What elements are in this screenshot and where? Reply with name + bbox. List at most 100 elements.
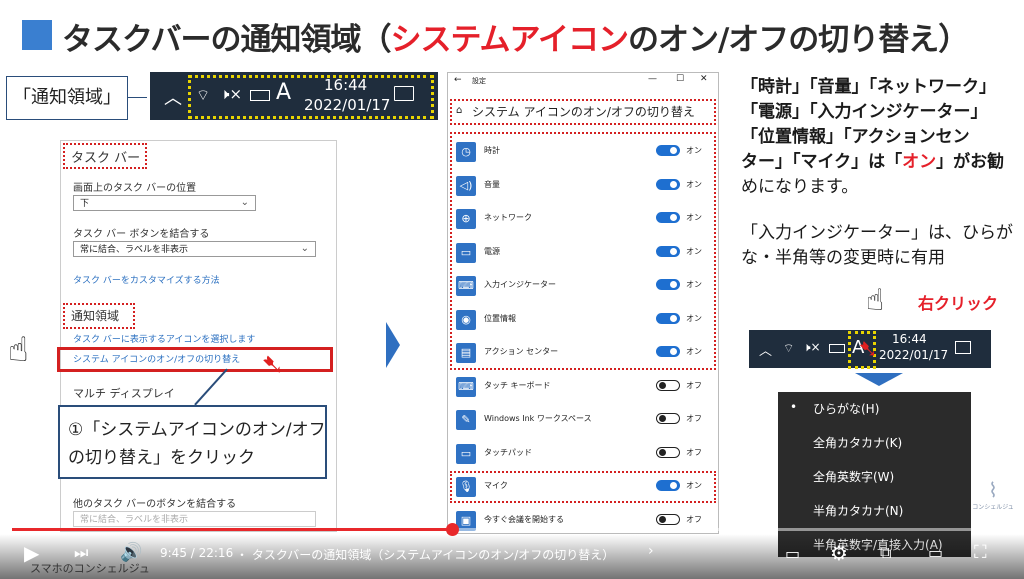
toggle-switch[interactable] [656, 346, 680, 357]
theater-mode-icon[interactable]: ▭ [928, 543, 943, 562]
close-icon[interactable]: ✕ [700, 74, 708, 84]
toggle-knob [659, 448, 666, 456]
minimize-icon[interactable]: — [648, 74, 657, 84]
toggle-knob [659, 515, 666, 523]
maximize-icon[interactable]: ☐ [676, 74, 684, 84]
ime-menu-item[interactable]: ひらがな(H) [813, 400, 879, 417]
setting-icon: ▭ [456, 242, 476, 263]
clock-date[interactable]: 2022/01/17 [304, 96, 390, 114]
toggle-switch[interactable] [656, 312, 680, 324]
ime-menu-item[interactable]: 全角カタカナ(K) [813, 434, 902, 451]
click-cursor-icon: ➷ [858, 335, 879, 363]
setting-label: 電源 [484, 246, 500, 256]
combine-label: タスク バー ボタンを結合する [73, 229, 210, 240]
system-icons-link[interactable]: システム アイコンのオン/オフの切り替え [73, 352, 240, 365]
settings-gear-icon[interactable]: ⚙ [830, 541, 848, 565]
toggle-state: オン [686, 179, 702, 189]
toggle-switch[interactable] [656, 480, 680, 491]
volume-mute-icon[interactable]: 🕨× [220, 85, 242, 103]
setting-row: ⊕ ネットワーク オン [448, 202, 718, 235]
setting-label: 音量 [484, 179, 500, 189]
toggle-knob [670, 348, 677, 355]
toggle-switch[interactable] [656, 279, 680, 290]
wifi-icon[interactable]: ⌔ [783, 341, 794, 356]
hand-pointer-icon: ☝ [866, 283, 885, 318]
setting-row: ▤ アクション センター オン [448, 336, 718, 369]
subtitles-icon[interactable]: ▭ [785, 544, 800, 563]
setting-label: 入力インジケーター [484, 280, 556, 289]
hand-pointer-icon: ☝ [8, 330, 29, 370]
taskbar-heading: タスク バー [71, 151, 141, 166]
channel-name: スマホのコンシェルジュ [30, 562, 150, 575]
setting-row: ✎ Windows Ink ワークスペース オフ [448, 403, 718, 436]
setting-icon: ◉ [456, 309, 476, 330]
top-taskbar: ︿ ⌔ 🕨× A 16:44 2022/01/17 [150, 72, 438, 120]
combine-select[interactable]: 常に結合、ラベルを非表示 ⌄ [73, 241, 316, 257]
wifi-icon[interactable]: ⌔ [196, 86, 210, 105]
setting-icon: ◁) [456, 175, 476, 196]
ime-note-line-1: 「入力インジケーター」は、ひらが [741, 223, 1013, 243]
ime-indicator[interactable]: A [276, 80, 291, 105]
toggle-switch[interactable] [656, 446, 680, 458]
setting-label: タッチ キーボード [484, 380, 551, 390]
setting-label: タッチパッド [484, 447, 532, 457]
toggle-switch[interactable] [656, 245, 680, 257]
toggle-state: オフ [686, 514, 702, 524]
battery-icon[interactable] [250, 90, 270, 101]
time-display: 9:45 / 22:16 [160, 546, 234, 560]
miniplayer-icon[interactable]: ⧉ [880, 543, 891, 563]
toggle-knob [659, 381, 666, 389]
battery-icon[interactable] [829, 344, 845, 353]
clock-date[interactable]: 2022/01/17 [879, 348, 948, 362]
info-line-2: 「電源」「入力インジケーター」 [741, 102, 988, 122]
setting-label: 時計 [484, 146, 500, 155]
toggle-switch[interactable] [656, 379, 680, 391]
other-combine-select[interactable]: 常に結合、ラベルを非表示 [73, 511, 316, 527]
setting-row: ▭ タッチパッド オフ [448, 437, 718, 470]
toggle-switch[interactable] [656, 145, 680, 156]
toggle-state: オン [686, 213, 702, 222]
setting-icon: ⌨ [456, 376, 476, 397]
toggle-state: オフ [686, 447, 702, 457]
action-center-icon[interactable] [394, 86, 414, 101]
select-icons-link[interactable]: タスク バーに表示するアイコンを選択します [73, 332, 255, 345]
clock-time[interactable]: 16:44 [324, 76, 367, 94]
toggle-switch[interactable] [656, 212, 680, 223]
system-icons-settings-window: ← 設定 — ☐ ✕ ⌂ システム アイコンのオン/オフの切り替え ◷ 時計 オン ◁… [447, 72, 719, 534]
back-arrow-icon[interactable]: ← [454, 75, 462, 85]
progress-played [12, 528, 452, 531]
toggle-knob [670, 214, 677, 221]
channel-watermark: ⌇ コンシェルジュ [970, 478, 1016, 511]
toggle-state: オン [686, 246, 702, 256]
other-combine-label: 他のタスク バーのボタンを結合する [73, 499, 237, 510]
setting-row: ▣ 今すぐ会議を開始する オフ [448, 504, 718, 537]
chevron-down-icon: ⌄ [240, 197, 249, 208]
home-icon[interactable]: ⌂ [456, 105, 462, 116]
setting-icon: ✎ [456, 410, 476, 430]
toggle-knob [670, 247, 677, 255]
toggle-switch[interactable] [656, 413, 680, 424]
setting-label: マイク [484, 481, 508, 490]
chapter-chevron-icon[interactable]: › [648, 543, 654, 559]
action-center-icon[interactable] [955, 341, 971, 354]
position-select[interactable]: 下 ⌄ [73, 195, 256, 211]
volume-mute-icon[interactable]: 🕨× [803, 340, 821, 355]
chapter-title[interactable]: ・ タスクバーの通知領域（システムアイコンのオン/オフの切り替え） [236, 546, 614, 563]
position-label: 画面上のタスク バーの位置 [73, 183, 197, 194]
toggle-switch[interactable] [656, 178, 680, 190]
setting-label: 今すぐ会議を開始する [484, 514, 564, 524]
ime-menu-item[interactable]: 全角英数字(W) [813, 468, 894, 485]
title-bullet [22, 20, 52, 50]
toggle-switch[interactable] [656, 513, 680, 525]
toggle-state: オン [686, 481, 702, 490]
chevron-up-icon[interactable]: ︿ [164, 84, 182, 110]
chevron-up-icon[interactable]: ︿ [759, 340, 772, 359]
info-line-4: ター」「マイク」は「オン」がお勧 [741, 152, 1005, 172]
progress-scrubber[interactable] [446, 523, 459, 536]
customize-link[interactable]: タスク バーをカスタマイズする方法 [73, 273, 220, 286]
fullscreen-icon[interactable]: ⛶ [974, 542, 987, 563]
clock-time[interactable]: 16:44 [892, 332, 927, 346]
info-line-5: めになります。 [741, 177, 859, 197]
setting-label: アクション センター [484, 347, 559, 356]
ime-menu-item[interactable]: 半角カタカナ(N) [813, 502, 903, 519]
